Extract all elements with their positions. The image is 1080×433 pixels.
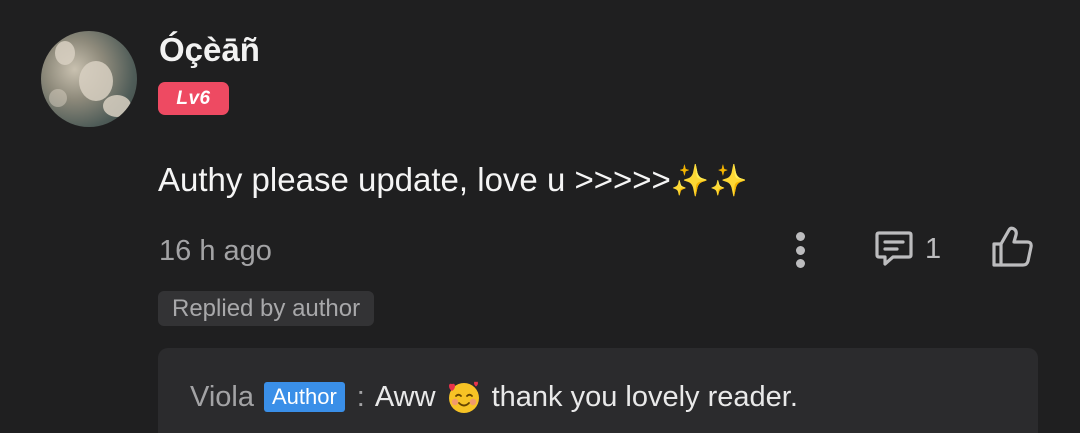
reply-count: 1 — [925, 233, 942, 265]
avatar[interactable] — [41, 31, 137, 127]
comment-text-content: Authy please update, love u >>>>> — [158, 161, 671, 198]
comment-icon — [875, 231, 913, 266]
reply-text-start: Aww — [374, 381, 436, 413]
level-badge: Lv6 — [158, 82, 229, 115]
comment-text: Authy please update, love u >>>>>✨✨ — [158, 158, 748, 203]
comment-card: Óçèāñ Lv6 Authy please update, love u >>… — [0, 0, 1080, 433]
replied-by-author-chip: Replied by author — [158, 291, 375, 326]
like-button[interactable] — [990, 224, 1036, 270]
thumbs-up-icon — [992, 226, 1033, 267]
reply-author-name[interactable]: Viola — [190, 378, 254, 416]
author-reply: Viola Author : Aww thank you lovely read… — [190, 378, 798, 416]
username[interactable]: Óçèāñ — [159, 30, 260, 70]
reply-separator: : — [356, 381, 365, 413]
more-vertical-icon — [795, 232, 805, 241]
timestamp: 16 h ago — [159, 235, 272, 267]
reply-text-end: thank you lovely reader. — [491, 381, 798, 413]
more-options-button[interactable] — [784, 228, 816, 272]
sparkles-emoji: ✨✨ — [670, 163, 749, 199]
reply-button[interactable]: 1 — [873, 226, 941, 272]
smiling-face-with-hearts-icon — [448, 381, 479, 413]
author-badge: Author — [263, 382, 345, 412]
author-reply-box[interactable]: Viola Author : Aww thank you lovely read… — [158, 348, 1038, 433]
